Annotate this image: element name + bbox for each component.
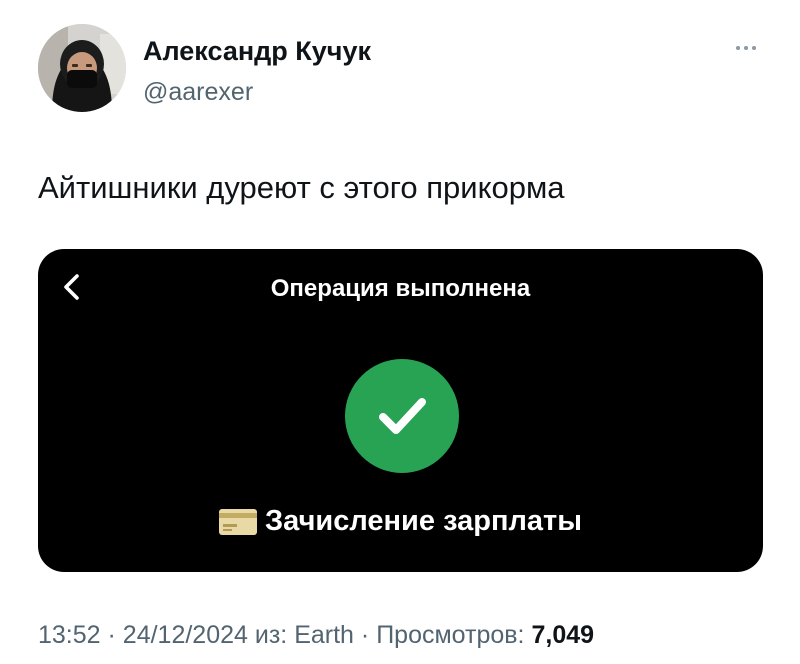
- tweet-text: Айтишники дуреют с этого прикорма: [38, 170, 565, 205]
- operation-status-title: Операция выполнена: [270, 275, 531, 302]
- more-dot-icon: [736, 46, 740, 50]
- separator: ·: [107, 621, 116, 649]
- payment-label: Зачисление зарплаты: [265, 505, 582, 537]
- author-handle[interactable]: @aarexer: [143, 78, 253, 107]
- source-prefix: из:: [254, 621, 288, 649]
- more-dot-icon: [752, 46, 756, 50]
- payment-description: Зачисление зарплаты: [38, 505, 763, 538]
- more-options-button[interactable]: [728, 36, 764, 60]
- tweet-time[interactable]: 13:52: [38, 621, 101, 649]
- separator: ·: [360, 621, 370, 649]
- tweet-source: Earth: [294, 621, 354, 649]
- more-dot-icon: [744, 46, 748, 50]
- views-count: 7,049: [531, 621, 595, 649]
- tweet-date[interactable]: 24/12/2024: [123, 621, 248, 649]
- checkmark-circle-icon: [345, 359, 459, 473]
- tweet-metadata: 13:52 · 24/12/2024 из: Earth · Просмотро…: [38, 621, 594, 650]
- views-label: Просмотров:: [376, 621, 525, 649]
- tweet-media-image[interactable]: Операция выполнена Зачисление зарплаты: [38, 249, 763, 572]
- credit-card-icon: [219, 508, 257, 535]
- author-display-name[interactable]: Александр Кучук: [143, 36, 371, 67]
- avatar-image: [38, 24, 126, 112]
- avatar[interactable]: [38, 24, 126, 112]
